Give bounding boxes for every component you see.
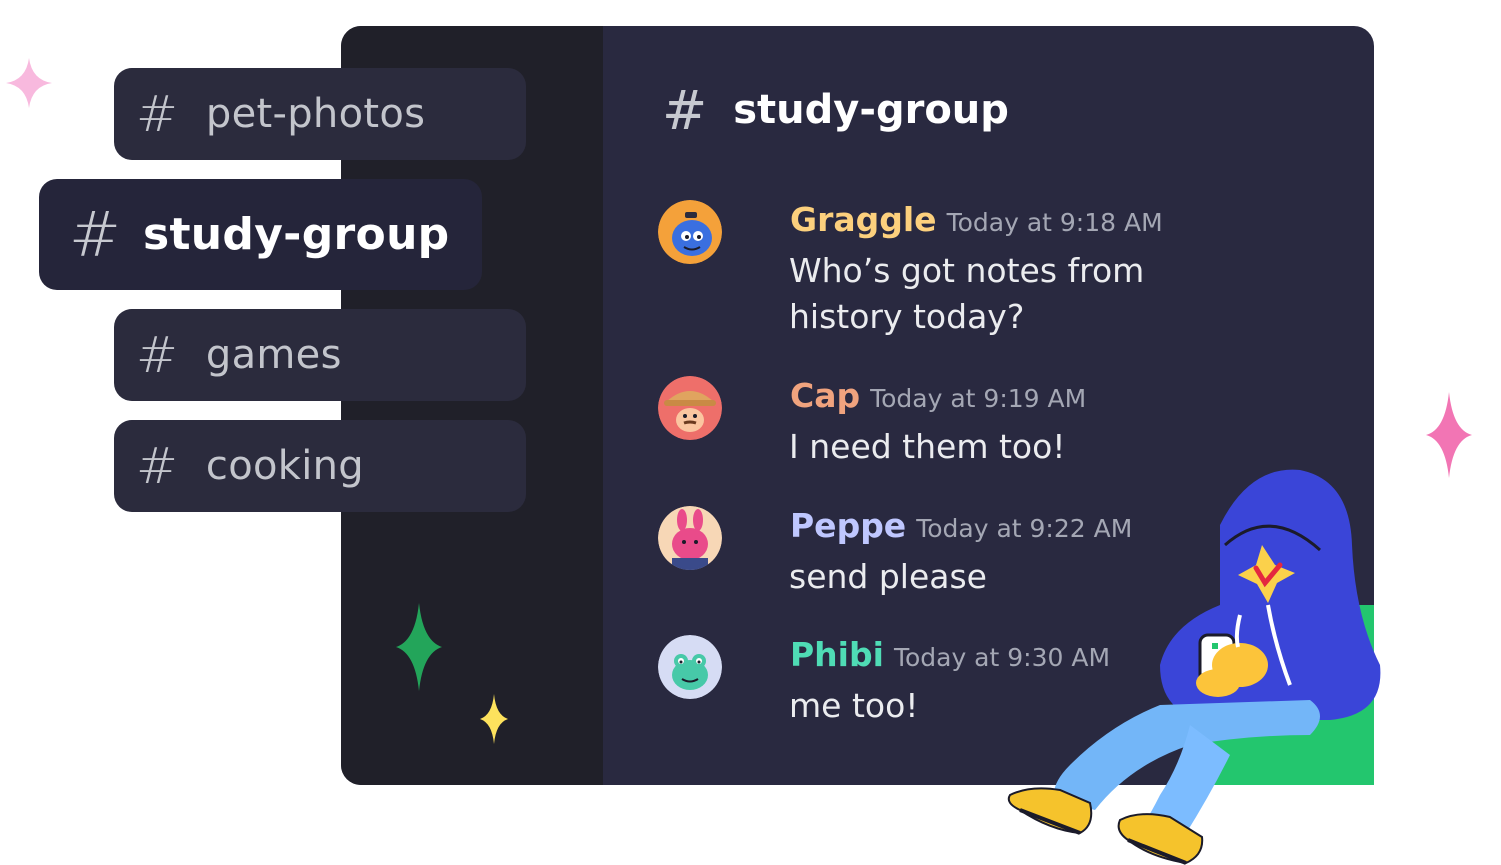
pink-bunny-avatar[interactable] [658,506,722,570]
green-frog-avatar[interactable] [658,635,722,699]
author-name[interactable]: Peppe [790,506,906,545]
channel-games[interactable]: # games [114,309,526,401]
pink-sparkle-icon [6,58,52,108]
author-name[interactable]: Cap [790,376,860,415]
channel-label: games [205,332,342,378]
channel-cooking[interactable]: # cooking [114,420,526,512]
author-name[interactable]: Graggle [790,200,937,239]
hash-icon: # [136,85,178,143]
channel-title: study-group [733,87,1009,133]
hash-icon: # [662,78,708,142]
message-text: I need them too! [789,427,1066,466]
channel-label: pet-photos [205,91,426,137]
straw-hat-avatar[interactable] [658,376,722,440]
channel-header: # study-group [662,78,1009,142]
hash-icon: # [136,326,178,384]
message-text: Who’s got notes from history today? [789,251,1145,336]
hooded-character-illustration [1007,469,1381,865]
channel-label: study-group [142,209,450,260]
green-sparkle-icon [396,603,442,691]
channel-pet-photos[interactable]: # pet-photos [114,68,526,160]
yellow-sparkle-icon [480,694,508,744]
hash-icon: # [136,437,178,495]
blue-genie-avatar[interactable] [658,200,722,264]
channel-study-group[interactable]: # study-group [39,179,482,290]
author-name[interactable]: Phibi [790,635,884,674]
hash-icon: # [69,198,121,271]
timestamp: Today at 9:19 AM [870,384,1087,413]
pink-sparkle-icon [1426,392,1472,478]
timestamp: Today at 9:18 AM [946,208,1163,237]
channel-label: cooking [205,443,364,489]
